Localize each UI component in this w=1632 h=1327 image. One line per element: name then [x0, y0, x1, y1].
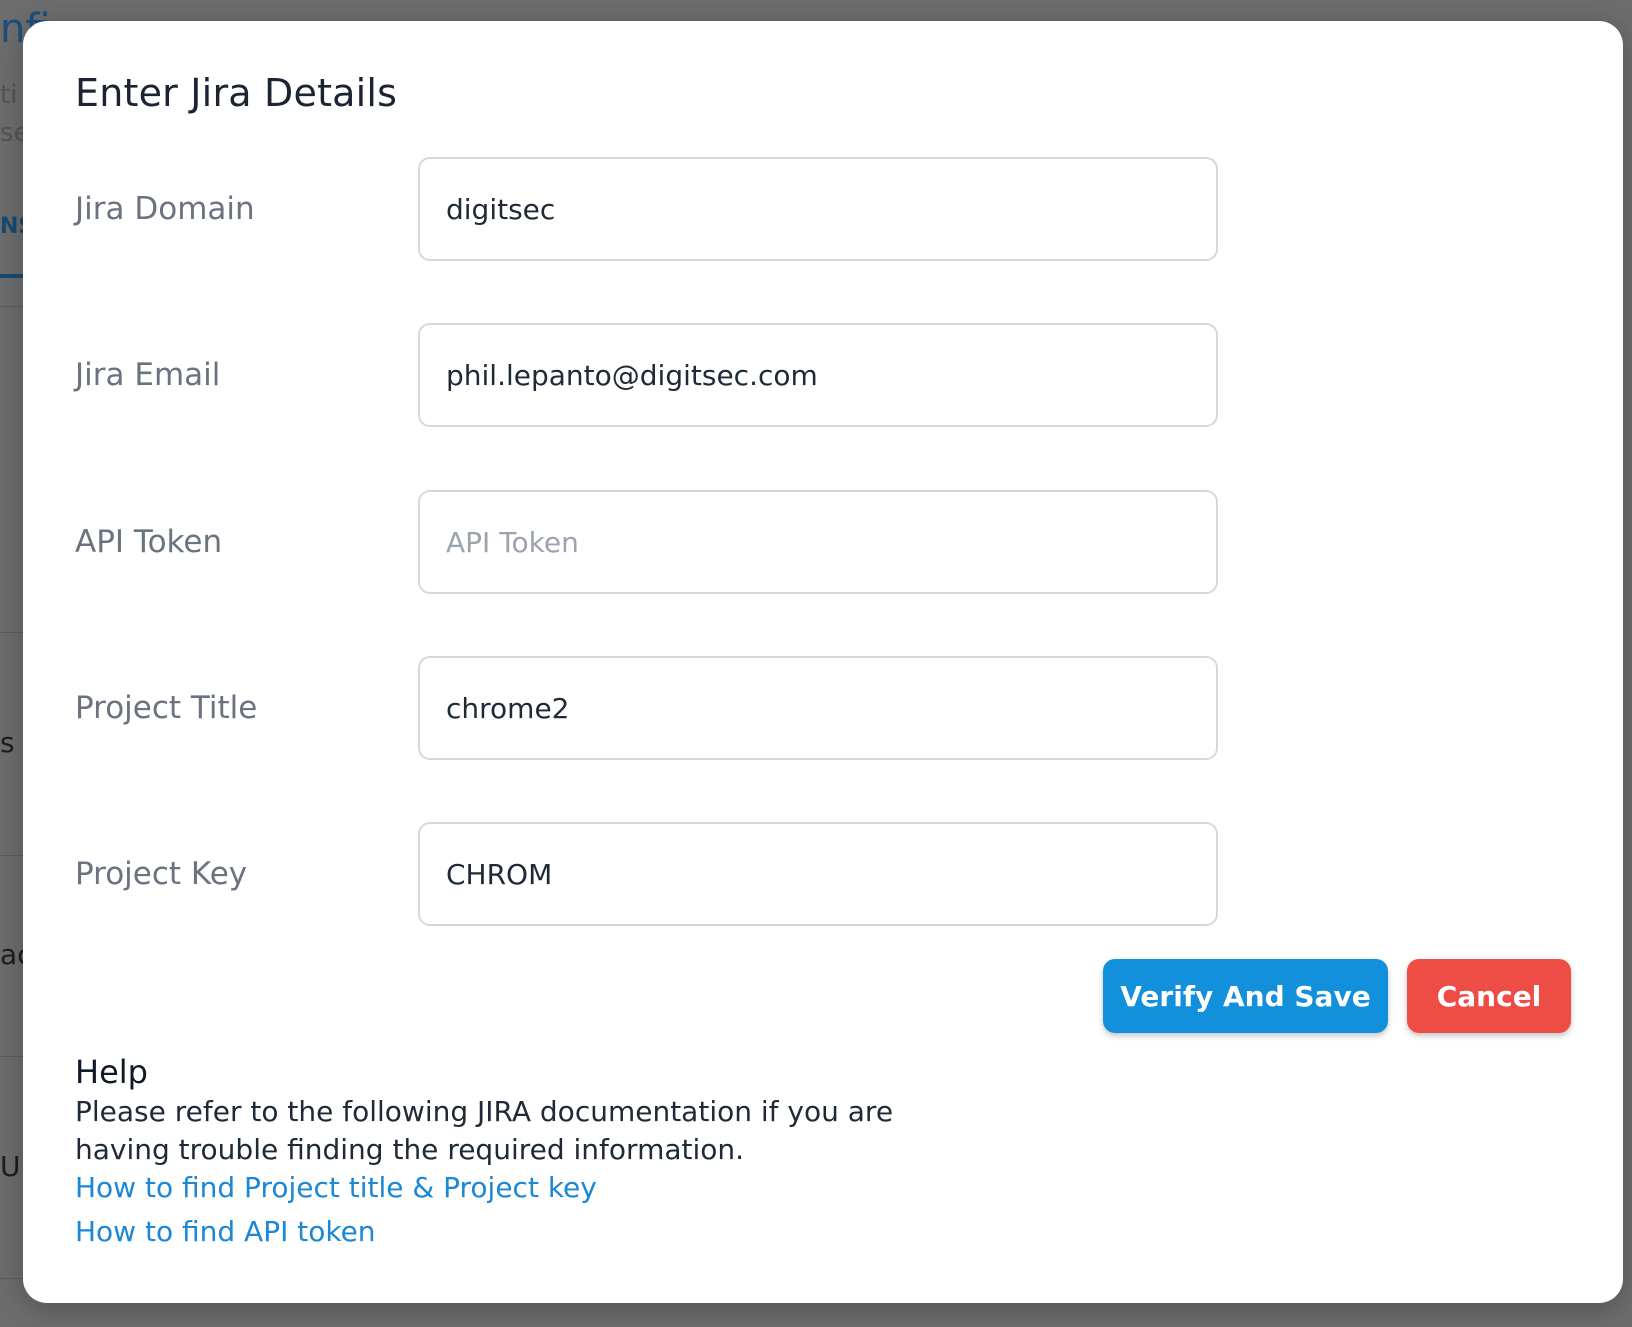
verify-and-save-button[interactable]: Verify And Save: [1103, 959, 1388, 1033]
api-token-help-link[interactable]: How to find API token: [75, 1215, 376, 1248]
dialog-title: Enter Jira Details: [75, 71, 398, 115]
help-description: Please refer to the following JIRA docum…: [75, 1095, 894, 1166]
jira-email-label: Jira Email: [75, 357, 221, 393]
project-key-label: Project Key: [75, 856, 248, 892]
jira-email-row: Jira Email: [75, 323, 1225, 427]
project-key-row: Project Key: [75, 822, 1225, 926]
background-item: U: [0, 1150, 21, 1183]
help-heading: Help: [75, 1053, 148, 1091]
project-title-key-help-link[interactable]: How to find Project title & Project key: [75, 1171, 597, 1204]
background-description-line-1: ti: [0, 80, 18, 110]
api-token-row: API Token: [75, 490, 1225, 594]
jira-domain-input[interactable]: [418, 157, 1218, 261]
api-token-input[interactable]: [418, 490, 1218, 594]
background-item: s: [0, 726, 15, 759]
jira-domain-row: Jira Domain: [75, 157, 1225, 261]
jira-details-dialog: Enter Jira Details Jira Domain Jira Emai…: [23, 21, 1623, 1303]
jira-domain-label: Jira Domain: [75, 191, 255, 227]
project-title-input[interactable]: [418, 656, 1218, 760]
cancel-button[interactable]: Cancel: [1407, 959, 1571, 1033]
project-key-input[interactable]: [418, 822, 1218, 926]
jira-email-input[interactable]: [418, 323, 1218, 427]
api-token-label: API Token: [75, 524, 223, 560]
project-title-label: Project Title: [75, 690, 258, 726]
project-title-row: Project Title: [75, 656, 1225, 760]
